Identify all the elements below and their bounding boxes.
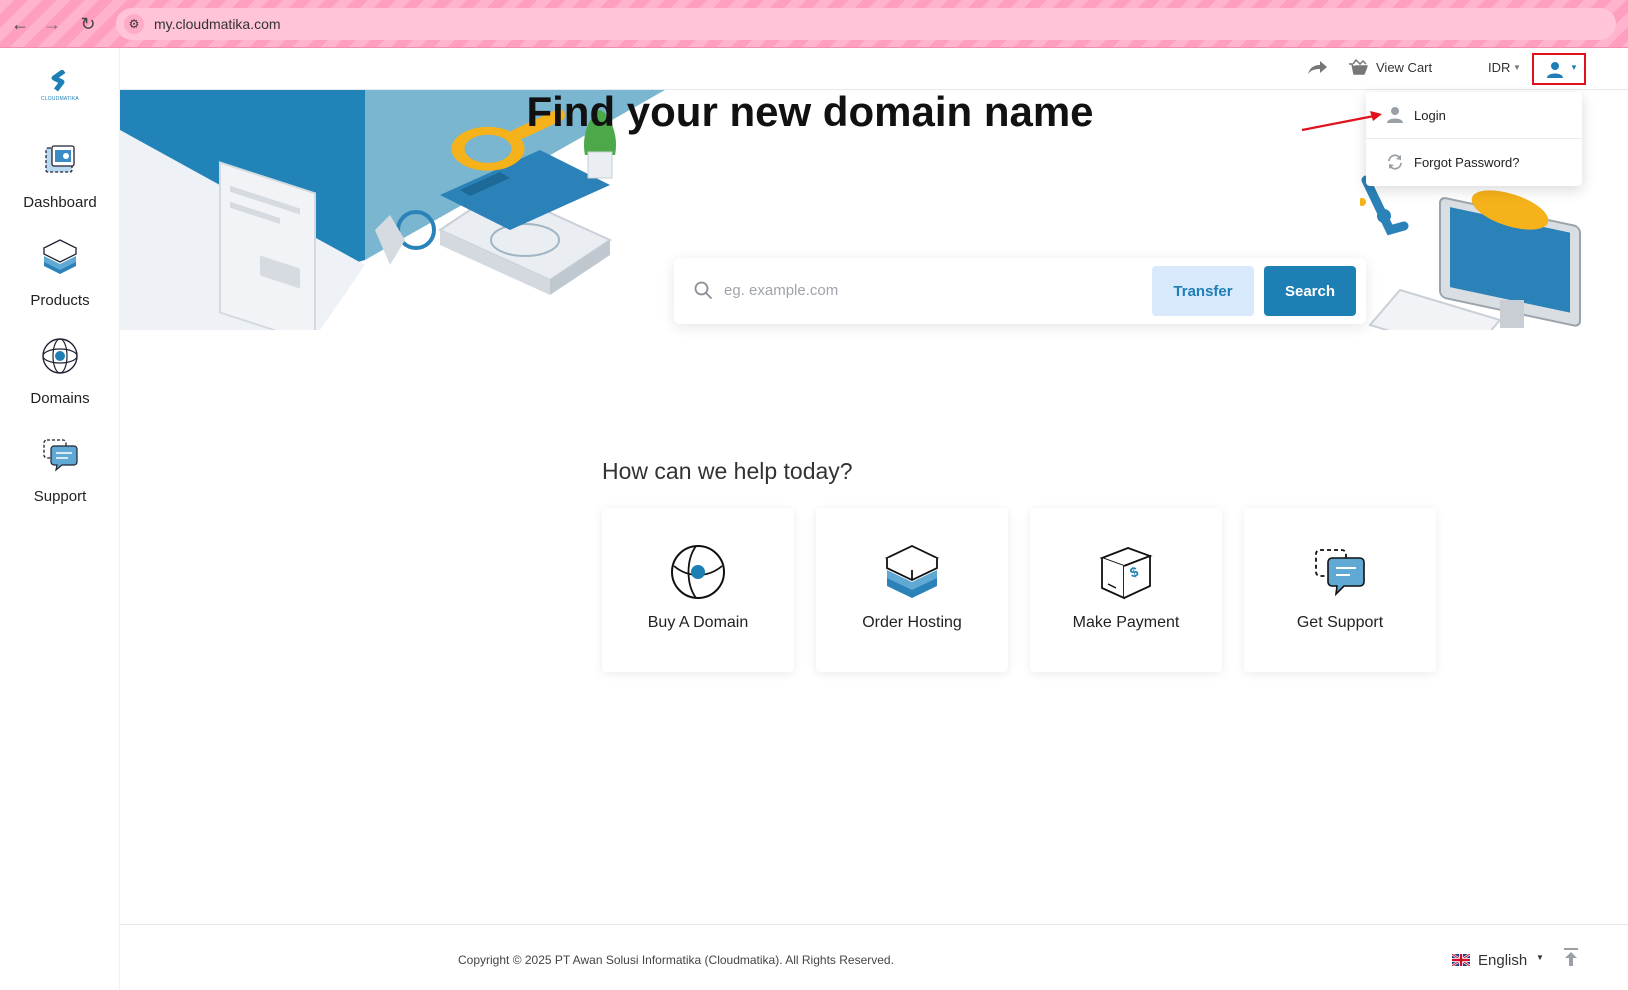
menu-item-label: Login: [1414, 108, 1446, 123]
card-label: Order Hosting: [862, 614, 962, 631]
share-icon[interactable]: [1306, 58, 1328, 78]
sidebar: CLOUDMATIKA Dashboard Products Domains S…: [0, 48, 120, 990]
user-menu-button[interactable]: ▼: [1532, 53, 1586, 85]
sidebar-item-label: Dashboard: [23, 194, 97, 211]
card-label: Make Payment: [1072, 614, 1180, 631]
sidebar-item-domains[interactable]: Domains: [0, 336, 120, 426]
reload-icon[interactable]: ↻: [76, 12, 100, 36]
card-label: Buy A Domain: [647, 614, 749, 631]
refresh-icon: [1388, 154, 1402, 170]
logo-text: CLOUDMATIKA: [41, 96, 79, 102]
annotation-arrow-icon: [1301, 111, 1382, 132]
globe-icon: [42, 338, 78, 374]
sidebar-item-label: Domains: [30, 390, 90, 407]
card-make-payment[interactable]: $ Make Payment: [1030, 508, 1222, 672]
sidebar-item-label: Products: [30, 292, 90, 309]
sidebar-item-support[interactable]: Support: [0, 434, 120, 524]
chevron-down-icon: ▼: [1536, 953, 1544, 962]
globe-icon: [671, 545, 725, 599]
back-icon[interactable]: ←: [8, 12, 32, 36]
chat-support-icon: [1315, 549, 1365, 597]
user-icon: [1547, 62, 1563, 78]
sidebar-item-dashboard[interactable]: Dashboard: [0, 140, 120, 230]
help-section-title: How can we help today?: [602, 458, 853, 484]
forward-icon[interactable]: →: [40, 12, 64, 36]
chat-support-icon: [43, 439, 78, 472]
transfer-button[interactable]: Transfer: [1152, 266, 1254, 316]
card-label: Get Support: [1296, 614, 1384, 631]
server-box-icon: [884, 545, 940, 598]
domain-search-input[interactable]: [724, 274, 1124, 306]
server-box-icon: [42, 239, 78, 274]
payment-box-icon: $: [1099, 547, 1153, 600]
menu-item-forgot-password[interactable]: Forgot Password?: [1366, 139, 1582, 185]
menu-item-login[interactable]: Login: [1366, 92, 1582, 138]
dashboard-icon: [45, 145, 75, 173]
sidebar-item-label: Support: [33, 488, 87, 505]
domain-search-box: Transfer Search: [674, 258, 1366, 324]
menu-item-label: Forgot Password?: [1414, 155, 1520, 170]
language-label: English: [1478, 952, 1528, 969]
top-header: View Cart IDR ▼ ▼: [120, 48, 1628, 90]
back-to-top-icon[interactable]: [1562, 947, 1580, 967]
hero-illustration-right: [1360, 175, 1581, 330]
user-dropdown-menu: Login Forgot Password?: [1366, 92, 1582, 186]
site-settings-icon[interactable]: ⚙: [124, 14, 144, 34]
address-bar[interactable]: ⚙ my.cloudmatika.com: [116, 8, 1616, 40]
brand-logo[interactable]: CLOUDMATIKA: [40, 70, 80, 106]
logo-mark-icon: [51, 70, 66, 92]
cart-icon[interactable]: [1348, 58, 1368, 78]
currency-selector[interactable]: IDR: [1488, 60, 1510, 75]
uk-flag-icon: [1452, 954, 1470, 966]
browser-toolbar: ← → ↻ ⚙ my.cloudmatika.com: [0, 0, 1628, 48]
sidebar-item-products[interactable]: Products: [0, 238, 120, 328]
view-cart-link[interactable]: View Cart: [1376, 60, 1432, 75]
user-icon: [1387, 107, 1403, 123]
chevron-down-icon: ▼: [1513, 63, 1521, 72]
copyright-text: Copyright © 2025 PT Awan Solusi Informat…: [458, 953, 894, 967]
search-icon: [694, 281, 712, 299]
chevron-down-icon: ▼: [1570, 63, 1578, 72]
footer: Copyright © 2025 PT Awan Solusi Informat…: [120, 924, 1628, 990]
card-get-support[interactable]: Get Support: [1244, 508, 1436, 672]
card-buy-domain[interactable]: Buy A Domain: [602, 508, 794, 672]
url-text: my.cloudmatika.com: [154, 16, 281, 32]
card-order-hosting[interactable]: Order Hosting: [816, 508, 1008, 672]
search-button[interactable]: Search: [1264, 266, 1356, 316]
hero-title: Find your new domain name: [526, 88, 1094, 135]
